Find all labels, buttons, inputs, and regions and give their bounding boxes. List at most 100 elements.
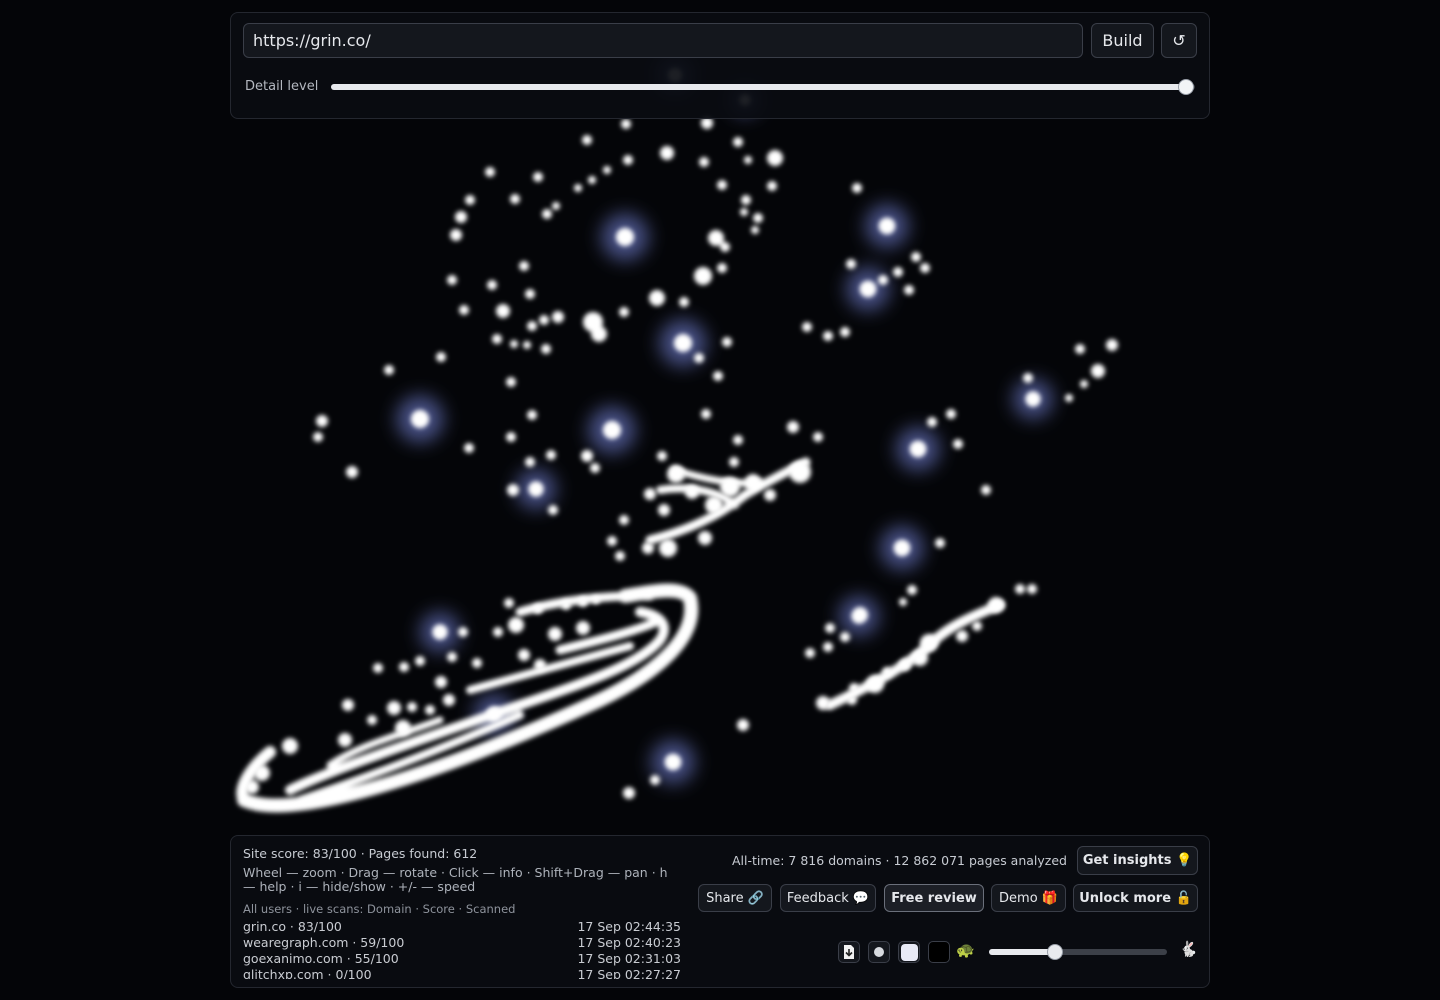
graph-node[interactable] bbox=[367, 715, 377, 725]
graph-node[interactable] bbox=[548, 505, 558, 515]
graph-node[interactable] bbox=[698, 531, 712, 545]
graph-node[interactable] bbox=[642, 542, 654, 554]
url-input[interactable] bbox=[243, 23, 1083, 58]
graph-node[interactable] bbox=[507, 484, 519, 496]
graph-node[interactable] bbox=[899, 659, 911, 671]
graph-node[interactable] bbox=[729, 457, 739, 467]
graph-node[interactable] bbox=[525, 289, 535, 299]
graph-node[interactable] bbox=[946, 409, 956, 419]
graph-node[interactable] bbox=[245, 780, 259, 794]
graph-node[interactable] bbox=[590, 463, 600, 473]
graph-node[interactable] bbox=[953, 439, 963, 449]
graph-node[interactable] bbox=[525, 457, 535, 467]
graph-node[interactable] bbox=[578, 597, 588, 607]
scan-row[interactable]: grin.co · 83/100 17 Sep 02:44:35 bbox=[243, 919, 681, 935]
graph-node[interactable] bbox=[254, 765, 270, 781]
graph-node[interactable] bbox=[552, 311, 564, 323]
graph-node[interactable] bbox=[338, 733, 352, 747]
graph-node[interactable] bbox=[722, 337, 732, 347]
graph-node[interactable] bbox=[603, 166, 611, 174]
share-button[interactable]: Share 🔗 bbox=[698, 884, 772, 912]
graph-node[interactable] bbox=[699, 157, 709, 167]
detail-level-slider[interactable] bbox=[331, 79, 1195, 95]
graph-node[interactable] bbox=[767, 150, 783, 166]
graph-node[interactable] bbox=[443, 694, 455, 706]
graph-node[interactable] bbox=[619, 307, 629, 317]
graph-node[interactable] bbox=[399, 662, 409, 672]
graph-node[interactable] bbox=[1027, 584, 1037, 594]
graph-node[interactable] bbox=[713, 371, 723, 381]
graph-node[interactable] bbox=[802, 322, 812, 332]
graph-node[interactable] bbox=[660, 146, 674, 160]
graph-node[interactable] bbox=[685, 485, 699, 499]
graph-node[interactable] bbox=[447, 652, 457, 662]
graph-node[interactable] bbox=[972, 621, 982, 631]
graph-node[interactable] bbox=[764, 489, 776, 501]
graph-node[interactable] bbox=[920, 263, 930, 273]
graph-node[interactable] bbox=[496, 304, 510, 318]
graph-node[interactable] bbox=[602, 420, 622, 440]
node-size-small-button[interactable] bbox=[868, 941, 890, 963]
graph-node[interactable] bbox=[851, 608, 867, 624]
graph-node[interactable] bbox=[373, 663, 383, 673]
graph-node[interactable] bbox=[455, 211, 467, 223]
graph-node[interactable] bbox=[615, 551, 625, 561]
graph-node[interactable] bbox=[387, 701, 401, 715]
graph-node[interactable] bbox=[508, 617, 524, 633]
graph-node[interactable] bbox=[425, 705, 435, 715]
graph-node[interactable] bbox=[644, 488, 656, 500]
graph-node[interactable] bbox=[527, 410, 537, 420]
graph-node[interactable] bbox=[492, 334, 502, 344]
graph-node[interactable] bbox=[619, 515, 629, 525]
graph-node[interactable] bbox=[407, 702, 417, 712]
graph-node[interactable] bbox=[410, 409, 430, 429]
graph-node[interactable] bbox=[395, 720, 411, 736]
graph-node[interactable] bbox=[1023, 373, 1033, 383]
graph-node[interactable] bbox=[313, 432, 323, 442]
get-insights-button[interactable]: Get insights 💡 bbox=[1077, 846, 1198, 875]
graph-node[interactable] bbox=[705, 496, 723, 514]
graph-node[interactable] bbox=[657, 451, 667, 461]
graph-node[interactable] bbox=[694, 353, 704, 363]
graph-node[interactable] bbox=[342, 699, 354, 711]
free-review-button[interactable]: Free review bbox=[884, 884, 984, 912]
graph-node[interactable] bbox=[679, 297, 689, 307]
graph-node[interactable] bbox=[981, 485, 991, 495]
graph-node[interactable] bbox=[741, 195, 751, 205]
graph-node[interactable] bbox=[904, 285, 914, 295]
dark-background-button[interactable] bbox=[928, 941, 950, 963]
graph-node[interactable] bbox=[751, 226, 759, 234]
graph-node[interactable] bbox=[493, 627, 503, 637]
graph-node[interactable] bbox=[504, 598, 514, 608]
graph-node[interactable] bbox=[720, 242, 730, 252]
graph-node[interactable] bbox=[518, 649, 530, 661]
graph-node[interactable] bbox=[458, 627, 468, 637]
graph-node[interactable] bbox=[436, 352, 446, 362]
graph-node[interactable] bbox=[615, 227, 635, 247]
graph-node[interactable] bbox=[541, 344, 551, 354]
graph-node[interactable] bbox=[523, 341, 531, 349]
graph-node[interactable] bbox=[720, 477, 740, 497]
scan-row[interactable]: wearegraph.com · 59/100 17 Sep 02:40:23 bbox=[243, 935, 681, 951]
graph-node[interactable] bbox=[847, 695, 857, 705]
graph-node[interactable] bbox=[927, 417, 937, 427]
graph-node[interactable] bbox=[510, 194, 520, 204]
reload-button[interactable]: ↺ bbox=[1161, 23, 1197, 58]
graph-node[interactable] bbox=[576, 621, 590, 635]
graph-node[interactable] bbox=[450, 229, 462, 241]
graph-node[interactable] bbox=[588, 176, 596, 184]
graph-node[interactable] bbox=[435, 676, 447, 688]
graph-node[interactable] bbox=[581, 450, 593, 462]
graph-node[interactable] bbox=[1065, 394, 1073, 402]
graph-node[interactable] bbox=[542, 209, 552, 219]
graph-node[interactable] bbox=[988, 597, 1004, 613]
graph-node[interactable] bbox=[744, 156, 752, 164]
graph-node[interactable] bbox=[415, 656, 425, 666]
graph-node[interactable] bbox=[664, 753, 682, 771]
graph-node[interactable] bbox=[935, 538, 945, 548]
graph-node[interactable] bbox=[432, 624, 448, 640]
graph-node[interactable] bbox=[533, 604, 543, 614]
graph-node[interactable] bbox=[909, 440, 927, 458]
download-button[interactable] bbox=[838, 941, 860, 963]
graph-node[interactable] bbox=[907, 585, 917, 595]
